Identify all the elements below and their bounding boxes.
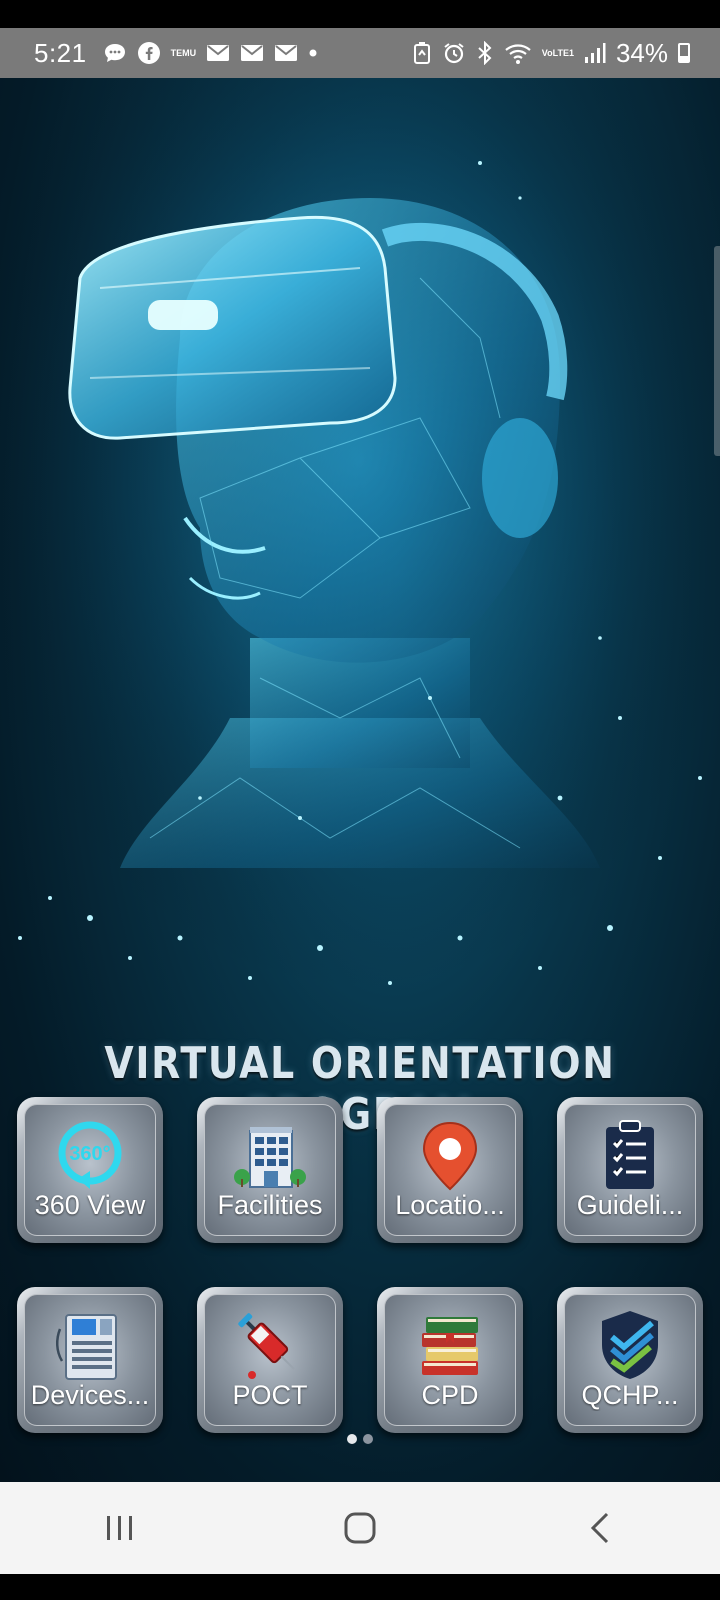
tile-inner: Devices... — [24, 1294, 156, 1426]
chat-bubble-icon — [103, 40, 127, 66]
tile-poct[interactable]: POCT — [197, 1287, 343, 1433]
tile-facilities[interactable]: Facilities — [197, 1097, 343, 1243]
tile-label: QCHP... — [581, 1380, 679, 1410]
vr-headset-hero-image — [0, 78, 720, 1038]
navigation-bar — [0, 1482, 720, 1574]
wifi-icon — [504, 40, 532, 66]
recent-apps-icon — [107, 1516, 132, 1540]
tile-inner: 360° 360 View — [24, 1104, 156, 1236]
status-time: 5:21 — [34, 37, 87, 68]
home-icon — [344, 1512, 376, 1544]
volte-icon: VoLTE1 — [542, 40, 574, 66]
status-left: 5:21 TEMU — [34, 38, 412, 69]
temu-label: TEMU — [170, 47, 197, 58]
tile-location[interactable]: Locatio... — [377, 1097, 523, 1243]
tile-label: Facilities — [217, 1190, 323, 1220]
shield-check-icon — [602, 1311, 658, 1379]
tile-inner: Guideli... — [564, 1104, 696, 1236]
signal-icon — [584, 40, 606, 66]
tile-inner: Facilities — [204, 1104, 336, 1236]
app-content: VIRTUAL ORIENTATION PROGRAM 360° 360 Vie… — [0, 78, 720, 1482]
tile-label: Locatio... — [395, 1190, 505, 1220]
tile-label: Guideli... — [576, 1190, 684, 1220]
tile-360-view[interactable]: 360° 360 View — [17, 1097, 163, 1243]
facebook-icon — [137, 40, 161, 66]
tile-label: 360 View — [34, 1190, 146, 1220]
email-icon — [206, 40, 230, 66]
page-indicator — [0, 1434, 720, 1444]
tile-inner: CPD — [384, 1294, 516, 1426]
tile-guidelines[interactable]: Guideli... — [557, 1097, 703, 1243]
tile-inner: QCHP... — [564, 1294, 696, 1426]
syringe-icon — [238, 1313, 295, 1379]
tile-inner: Locatio... — [384, 1104, 516, 1236]
page-dot-2[interactable] — [363, 1434, 373, 1444]
status-bar: 5:21 TEMU VoLTE1 34% — [0, 28, 720, 78]
battery-icon — [678, 43, 690, 63]
battery-percent: 34% — [615, 37, 668, 68]
temu-icon: TEMU — [171, 40, 197, 66]
books-icon — [422, 1317, 478, 1375]
scroll-indicator[interactable] — [714, 246, 720, 456]
location-pin-icon — [422, 1121, 478, 1191]
360-icon-text: 360° — [69, 1143, 110, 1165]
back-icon — [590, 1512, 609, 1544]
clipboard-icon — [606, 1120, 654, 1189]
tile-inner: POCT — [204, 1294, 336, 1426]
medical-device-icon — [56, 1314, 117, 1380]
tile-label: CPD — [421, 1380, 479, 1410]
volte-label: VoLTE1 — [541, 47, 574, 58]
360-view-icon: 360° — [58, 1121, 122, 1189]
page-dot-1[interactable] — [347, 1434, 357, 1444]
phone-screen: 5:21 TEMU VoLTE1 34% VIRTUAL ORIENTATION… — [0, 0, 720, 1600]
back-button[interactable] — [560, 1498, 640, 1558]
tile-label: POCT — [232, 1380, 308, 1410]
tile-devices[interactable]: Devices... — [17, 1287, 163, 1433]
tile-qchp[interactable]: QCHP... — [557, 1287, 703, 1433]
bluetooth-icon — [476, 40, 494, 66]
building-icon — [234, 1127, 306, 1188]
tile-label: Devices... — [30, 1380, 150, 1410]
tile-cpd[interactable]: CPD — [377, 1287, 523, 1433]
email-icon — [274, 40, 298, 66]
alarm-icon — [442, 40, 466, 66]
dot-icon — [308, 40, 318, 66]
email-icon — [240, 40, 264, 66]
home-button[interactable] — [320, 1498, 400, 1558]
recycle-icon — [412, 40, 432, 66]
status-right: VoLTE1 34% — [412, 38, 690, 69]
recent-apps-button[interactable] — [80, 1498, 160, 1558]
